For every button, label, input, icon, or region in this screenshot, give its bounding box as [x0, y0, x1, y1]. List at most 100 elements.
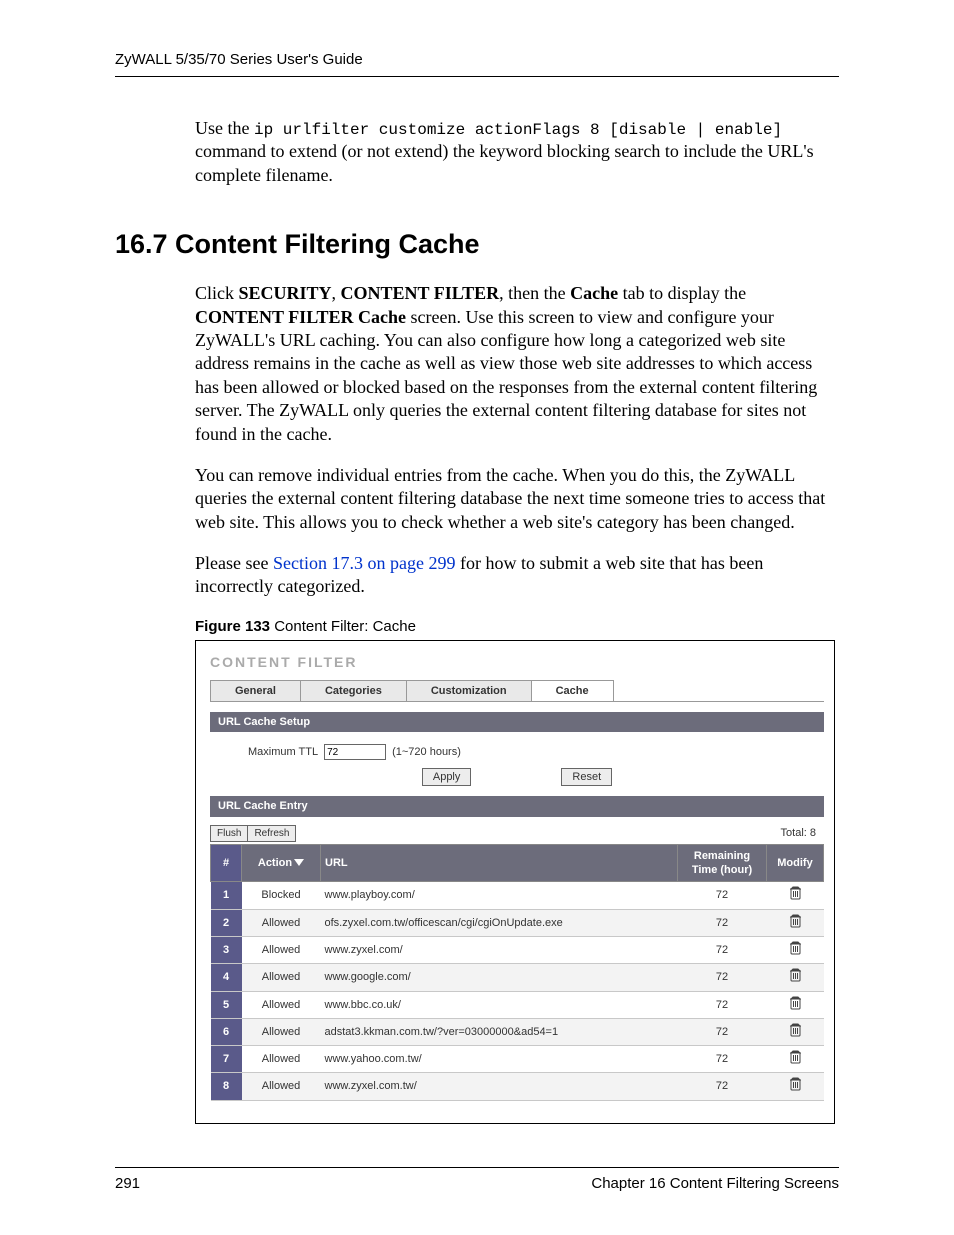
figure-label: Figure 133: [195, 618, 270, 635]
cell-url: adstat3.kkman.com.tw/?ver=03000000&ad54=…: [321, 1018, 678, 1045]
p3-pre: Please see: [195, 553, 273, 573]
cell-remaining: 72: [678, 964, 767, 991]
p1-sep3: tab to display the: [618, 283, 746, 303]
trash-icon[interactable]: [789, 1023, 802, 1037]
tab-bar: General Categories Customization Cache: [210, 680, 824, 702]
trash-icon[interactable]: [789, 914, 802, 928]
col-header-action[interactable]: Action: [242, 844, 321, 882]
cross-ref-link[interactable]: Section 17.3 on page 299: [273, 553, 455, 573]
cell-index: 8: [211, 1073, 242, 1100]
trash-icon[interactable]: [789, 1050, 802, 1064]
col-header-remaining: Remaining Time (hour): [678, 844, 767, 882]
cell-action: Blocked: [242, 882, 321, 909]
max-ttl-row: Maximum TTL (1~720 hours): [248, 744, 824, 760]
cache-table: # Action URL Remaining Time (hour) Modif…: [210, 844, 824, 1101]
cell-index: 2: [211, 909, 242, 936]
cell-action: Allowed: [242, 936, 321, 963]
cell-index: 1: [211, 882, 242, 909]
cell-index: 4: [211, 964, 242, 991]
cell-remaining: 72: [678, 1018, 767, 1045]
refresh-button[interactable]: Refresh: [247, 825, 296, 842]
table-row: 2Allowedofs.zyxel.com.tw/officescan/cgi/…: [211, 909, 824, 936]
tab-general[interactable]: General: [210, 680, 301, 701]
trash-icon[interactable]: [789, 941, 802, 955]
page-number: 291: [115, 1174, 140, 1194]
trash-icon[interactable]: [789, 968, 802, 982]
cell-action: Allowed: [242, 1046, 321, 1073]
tab-customization[interactable]: Customization: [406, 680, 532, 701]
cell-url: www.bbc.co.uk/: [321, 991, 678, 1018]
p1-sep2: , then the: [499, 283, 570, 303]
intro-paragraph: Use the ip urlfilter customize actionFla…: [195, 117, 839, 188]
section-p1: Click SECURITY, CONTENT FILTER, then the…: [195, 282, 839, 446]
table-row: 6Allowedadstat3.kkman.com.tw/?ver=030000…: [211, 1018, 824, 1045]
cell-action: Allowed: [242, 1018, 321, 1045]
cell-remaining: 72: [678, 1046, 767, 1073]
trash-icon[interactable]: [789, 886, 802, 900]
max-ttl-input[interactable]: [324, 744, 386, 760]
cell-url: www.google.com/: [321, 964, 678, 991]
table-row: 7Allowedwww.yahoo.com.tw/72: [211, 1046, 824, 1073]
trash-icon[interactable]: [789, 1077, 802, 1091]
tab-cache[interactable]: Cache: [531, 680, 614, 701]
cell-url: www.zyxel.com/: [321, 936, 678, 963]
command-code: ip urlfilter customize actionFlags 8 [di…: [254, 121, 782, 139]
ttl-hint: (1~720 hours): [392, 745, 461, 759]
cell-url: www.playboy.com/: [321, 882, 678, 909]
col-header-action-label: Action: [258, 857, 292, 869]
table-row: 4Allowedwww.google.com/72: [211, 964, 824, 991]
p1-post: screen. Use this screen to view and conf…: [195, 307, 817, 444]
col-header-url: URL: [321, 844, 678, 882]
sort-arrow-icon: [294, 859, 304, 866]
page-footer: 291 Chapter 16 Content Filtering Screens: [115, 1167, 839, 1194]
cell-remaining: 72: [678, 991, 767, 1018]
col-header-modify: Modify: [767, 844, 824, 882]
total-label: Total: 8: [781, 826, 816, 840]
trash-icon[interactable]: [789, 996, 802, 1010]
p1-b3: Cache: [570, 283, 618, 303]
cell-action: Allowed: [242, 909, 321, 936]
max-ttl-label: Maximum TTL: [248, 745, 318, 759]
cell-url: www.yahoo.com.tw/: [321, 1046, 678, 1073]
table-row: 3Allowedwww.zyxel.com/72: [211, 936, 824, 963]
url-cache-setup-bar: URL Cache Setup: [210, 712, 824, 732]
cell-action: Allowed: [242, 991, 321, 1018]
intro-after: command to extend (or not extend) the ke…: [195, 141, 814, 184]
cell-remaining: 72: [678, 882, 767, 909]
table-row: 1Blockedwww.playboy.com/72: [211, 882, 824, 909]
cell-action: Allowed: [242, 964, 321, 991]
cell-index: 5: [211, 991, 242, 1018]
p1-pre: Click: [195, 283, 239, 303]
table-row: 8Allowedwww.zyxel.com.tw/72: [211, 1073, 824, 1100]
cell-action: Allowed: [242, 1073, 321, 1100]
content-filter-screenshot: CONTENT FILTER General Categories Custom…: [195, 640, 835, 1123]
url-cache-entry-bar: URL Cache Entry: [210, 796, 824, 816]
cell-url: www.zyxel.com.tw/: [321, 1073, 678, 1100]
section-p2: You can remove individual entries from t…: [195, 464, 839, 534]
col-header-index: #: [211, 844, 242, 882]
tab-categories[interactable]: Categories: [300, 680, 407, 701]
cell-index: 6: [211, 1018, 242, 1045]
table-row: 5Allowedwww.bbc.co.uk/72: [211, 991, 824, 1018]
cell-url: ofs.zyxel.com.tw/officescan/cgi/cgiOnUpd…: [321, 909, 678, 936]
p1-b1: SECURITY: [239, 283, 332, 303]
figure-caption: Figure 133 Content Filter: Cache: [195, 617, 839, 637]
figure-title: Content Filter: Cache: [270, 618, 416, 635]
section-p3: Please see Section 17.3 on page 299 for …: [195, 552, 839, 599]
cell-index: 7: [211, 1046, 242, 1073]
p1-b2: CONTENT FILTER: [341, 283, 500, 303]
running-head: ZyWALL 5/35/70 Series User's Guide: [115, 50, 839, 77]
cell-index: 3: [211, 936, 242, 963]
p1-sep1: ,: [332, 283, 341, 303]
apply-button[interactable]: Apply: [422, 768, 472, 786]
p1-b4: CONTENT FILTER Cache: [195, 307, 406, 327]
section-heading: 16.7 Content Filtering Cache: [115, 227, 839, 262]
cell-remaining: 72: [678, 1073, 767, 1100]
cell-remaining: 72: [678, 909, 767, 936]
intro-use-the: Use the: [195, 118, 254, 138]
chapter-label: Chapter 16 Content Filtering Screens: [591, 1174, 839, 1194]
reset-button[interactable]: Reset: [561, 768, 612, 786]
screenshot-title: CONTENT FILTER: [210, 653, 824, 671]
flush-button[interactable]: Flush: [210, 825, 248, 842]
cell-remaining: 72: [678, 936, 767, 963]
